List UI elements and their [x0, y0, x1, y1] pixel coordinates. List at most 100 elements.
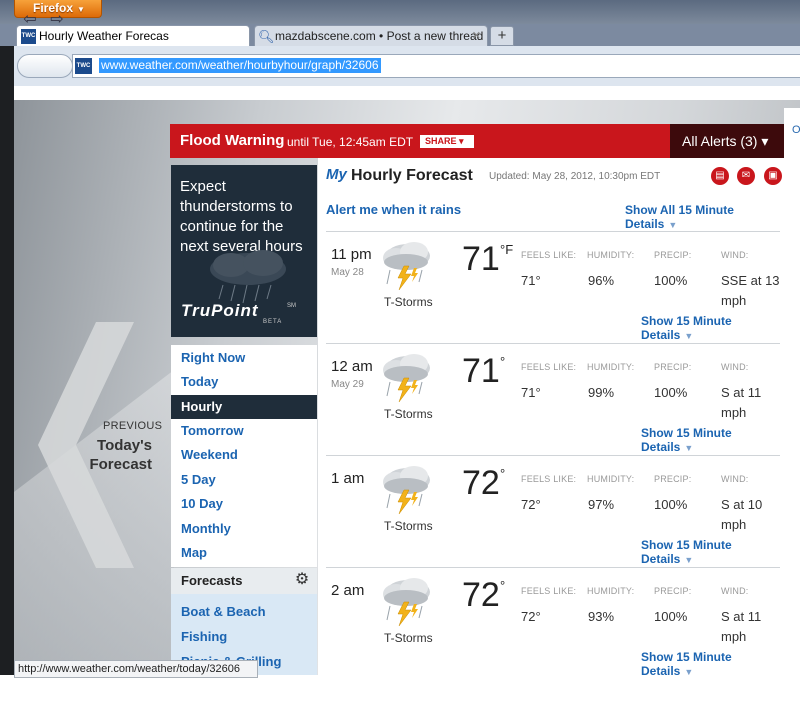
trupoint-promo[interactable]: Expect thunderstorms to continue for the… — [171, 165, 317, 337]
twc-favicon-icon: TWC — [21, 29, 36, 44]
humidity-value: 99% — [588, 385, 615, 400]
alert-title[interactable]: Flood Warning — [180, 132, 284, 149]
wind-value: S at 11 mph — [721, 609, 762, 644]
row-temp-unit: °F — [500, 242, 514, 257]
humidity-label: HUMIDITY: — [587, 362, 635, 372]
nav-10-day[interactable]: 10 Day — [171, 492, 317, 516]
feels-like-label: FEELS LIKE: — [521, 586, 577, 596]
row-temp: 71 — [462, 240, 500, 278]
nav-monthly[interactable]: Monthly — [171, 517, 317, 541]
twc-favicon-icon: TWC — [75, 58, 92, 74]
thunderstorm-icon — [378, 576, 434, 628]
forecast-row: 11 pm May 28 T-Storms 71 °F FEELS LIKE: … — [326, 231, 780, 342]
nav-tomorrow[interactable]: Tomorrow — [171, 419, 317, 443]
nav-right-now[interactable]: Right Now — [171, 346, 317, 370]
feels-like-value: 71° — [521, 273, 541, 288]
wind-value: S at 11 mph — [721, 385, 762, 420]
email-icon[interactable]: ✉ — [737, 167, 755, 185]
row-temp-unit: ° — [500, 466, 506, 481]
status-bar: http://www.weather.com/weather/today/326… — [14, 660, 258, 678]
nav-5-day[interactable]: 5 Day — [171, 468, 317, 492]
feels-like-label: FEELS LIKE: — [521, 474, 577, 484]
url-bar[interactable]: TWC www.weather.com/weather/hourbyhour/g… — [72, 54, 800, 78]
feels-like-value: 72° — [521, 609, 541, 624]
thunderstorm-icon — [378, 352, 434, 404]
forecast-row: 12 am May 29 T-Storms 71 ° FEELS LIKE: H… — [326, 343, 780, 454]
share-icon[interactable]: ▣ — [764, 167, 782, 185]
precip-value: 100% — [654, 609, 688, 624]
humidity-value: 96% — [588, 273, 615, 288]
trupoint-logo: TruPoint — [181, 301, 259, 320]
my-logo: My — [326, 166, 347, 183]
chevron-down-icon: ▼ — [77, 5, 85, 14]
forecast-row: 2 am T-Storms 72 ° FEELS LIKE: HUMIDITY:… — [326, 567, 780, 678]
nav-today[interactable]: Today — [171, 370, 317, 394]
forward-arrow-icon[interactable]: ⇨ — [46, 9, 68, 31]
precip-label: PRECIP: — [654, 474, 692, 484]
forecast-fishing[interactable]: Fishing — [181, 629, 227, 644]
promo-text: Expect thunderstorms to continue for the… — [180, 178, 303, 255]
chevron-down-icon: ▼ — [684, 443, 694, 453]
forecast-boat-beach[interactable]: Boat & Beach — [181, 604, 266, 619]
gear-icon[interactable]: ⚙ — [293, 571, 311, 589]
tab-mazdabscene[interactable]: 🔍︎ mazdabscene.com • Post a new thread ✕ — [254, 25, 488, 46]
tab-bar: TWC Hourly Weather Forecas 🔍︎ mazdabscen… — [0, 24, 800, 46]
wind-label: WIND: — [721, 474, 749, 484]
previous-title-line1[interactable]: Today's — [97, 437, 152, 454]
print-icon[interactable]: ▤ — [711, 167, 729, 185]
row-time: 1 am — [331, 470, 365, 487]
share-button[interactable]: SHARE ▾ — [420, 135, 474, 148]
precip-value: 100% — [654, 385, 688, 400]
thunderstorm-icon — [378, 240, 434, 292]
humidity-value: 97% — [588, 497, 615, 512]
show-all-details-link[interactable]: Show All 15 Minute Details ▼ — [625, 203, 784, 231]
new-tab-button[interactable]: + — [490, 26, 514, 46]
alert-until: until Tue, 12:45am EDT — [287, 135, 414, 149]
alert-me-rain-link[interactable]: Alert me when it rains — [326, 202, 461, 217]
row-time: 11 pm — [331, 246, 372, 263]
nav-map[interactable]: Map — [171, 541, 317, 565]
wind-value: S at 10 mph — [721, 497, 763, 532]
row-condition: T-Storms — [384, 631, 433, 645]
all-alerts-button[interactable]: All Alerts (3) ▾ — [670, 124, 784, 158]
chevron-down-icon: ▼ — [684, 555, 694, 565]
show-15-min-details-link[interactable]: Show 15 Minute Details ▼ — [641, 650, 780, 678]
humidity-value: 93% — [588, 609, 615, 624]
thunderstorm-icon — [378, 464, 434, 516]
show-15-min-details-link[interactable]: Show 15 Minute Details ▼ — [641, 426, 780, 454]
url-text[interactable]: www.weather.com/weather/hourbyhour/graph… — [99, 58, 381, 73]
window-left-edge — [0, 46, 14, 675]
precip-label: PRECIP: — [654, 586, 692, 596]
storm-cloud-icon — [210, 250, 286, 304]
previous-title-line2[interactable]: Forecast — [89, 456, 152, 473]
cut-link-fragment: O — [792, 124, 800, 136]
show-15-min-details-link[interactable]: Show 15 Minute Details ▼ — [641, 314, 780, 342]
trupoint-beta: BETA — [263, 319, 283, 325]
row-temp: 72 — [462, 464, 500, 502]
tab-close-icon[interactable]: ✕ — [472, 26, 481, 46]
nav-hourly[interactable]: Hourly — [171, 395, 317, 419]
humidity-label: HUMIDITY: — [587, 250, 635, 260]
row-date: May 28 — [331, 267, 364, 278]
humidity-label: HUMIDITY: — [587, 586, 635, 596]
chevron-down-icon: ▼ — [668, 220, 678, 230]
window-titlebar — [0, 0, 800, 24]
flood-warning-bar[interactable]: Flood Warning until Tue, 12:45am EDT SHA… — [170, 124, 784, 158]
updated-timestamp: Updated: May 28, 2012, 10:30pm EDT — [489, 171, 661, 182]
feels-like-value: 72° — [521, 497, 541, 512]
nav-weekend[interactable]: Weekend — [171, 443, 317, 467]
wind-value: SSE at 13 mph — [721, 273, 780, 308]
back-arrow-icon[interactable]: ⇦ — [19, 9, 41, 31]
show-all-label: Show All 15 Minute Details — [625, 203, 734, 231]
humidity-label: HUMIDITY: — [587, 474, 635, 484]
row-time: 12 am — [331, 358, 373, 375]
chevron-down-icon: ▼ — [684, 331, 694, 341]
show-15-min-details-link[interactable]: Show 15 Minute Details ▼ — [641, 538, 780, 566]
right-edge-strip: O — [784, 108, 800, 675]
feels-like-label: FEELS LIKE: — [521, 362, 577, 372]
tab-label: Hourly Weather Forecas — [39, 29, 169, 43]
precip-label: PRECIP: — [654, 362, 692, 372]
forecast-row: 1 am T-Storms 72 ° FEELS LIKE: HUMIDITY:… — [326, 455, 780, 566]
feels-like-label: FEELS LIKE: — [521, 250, 577, 260]
hourly-forecast-panel: My Hourly Forecast Updated: May 28, 2012… — [318, 158, 784, 678]
